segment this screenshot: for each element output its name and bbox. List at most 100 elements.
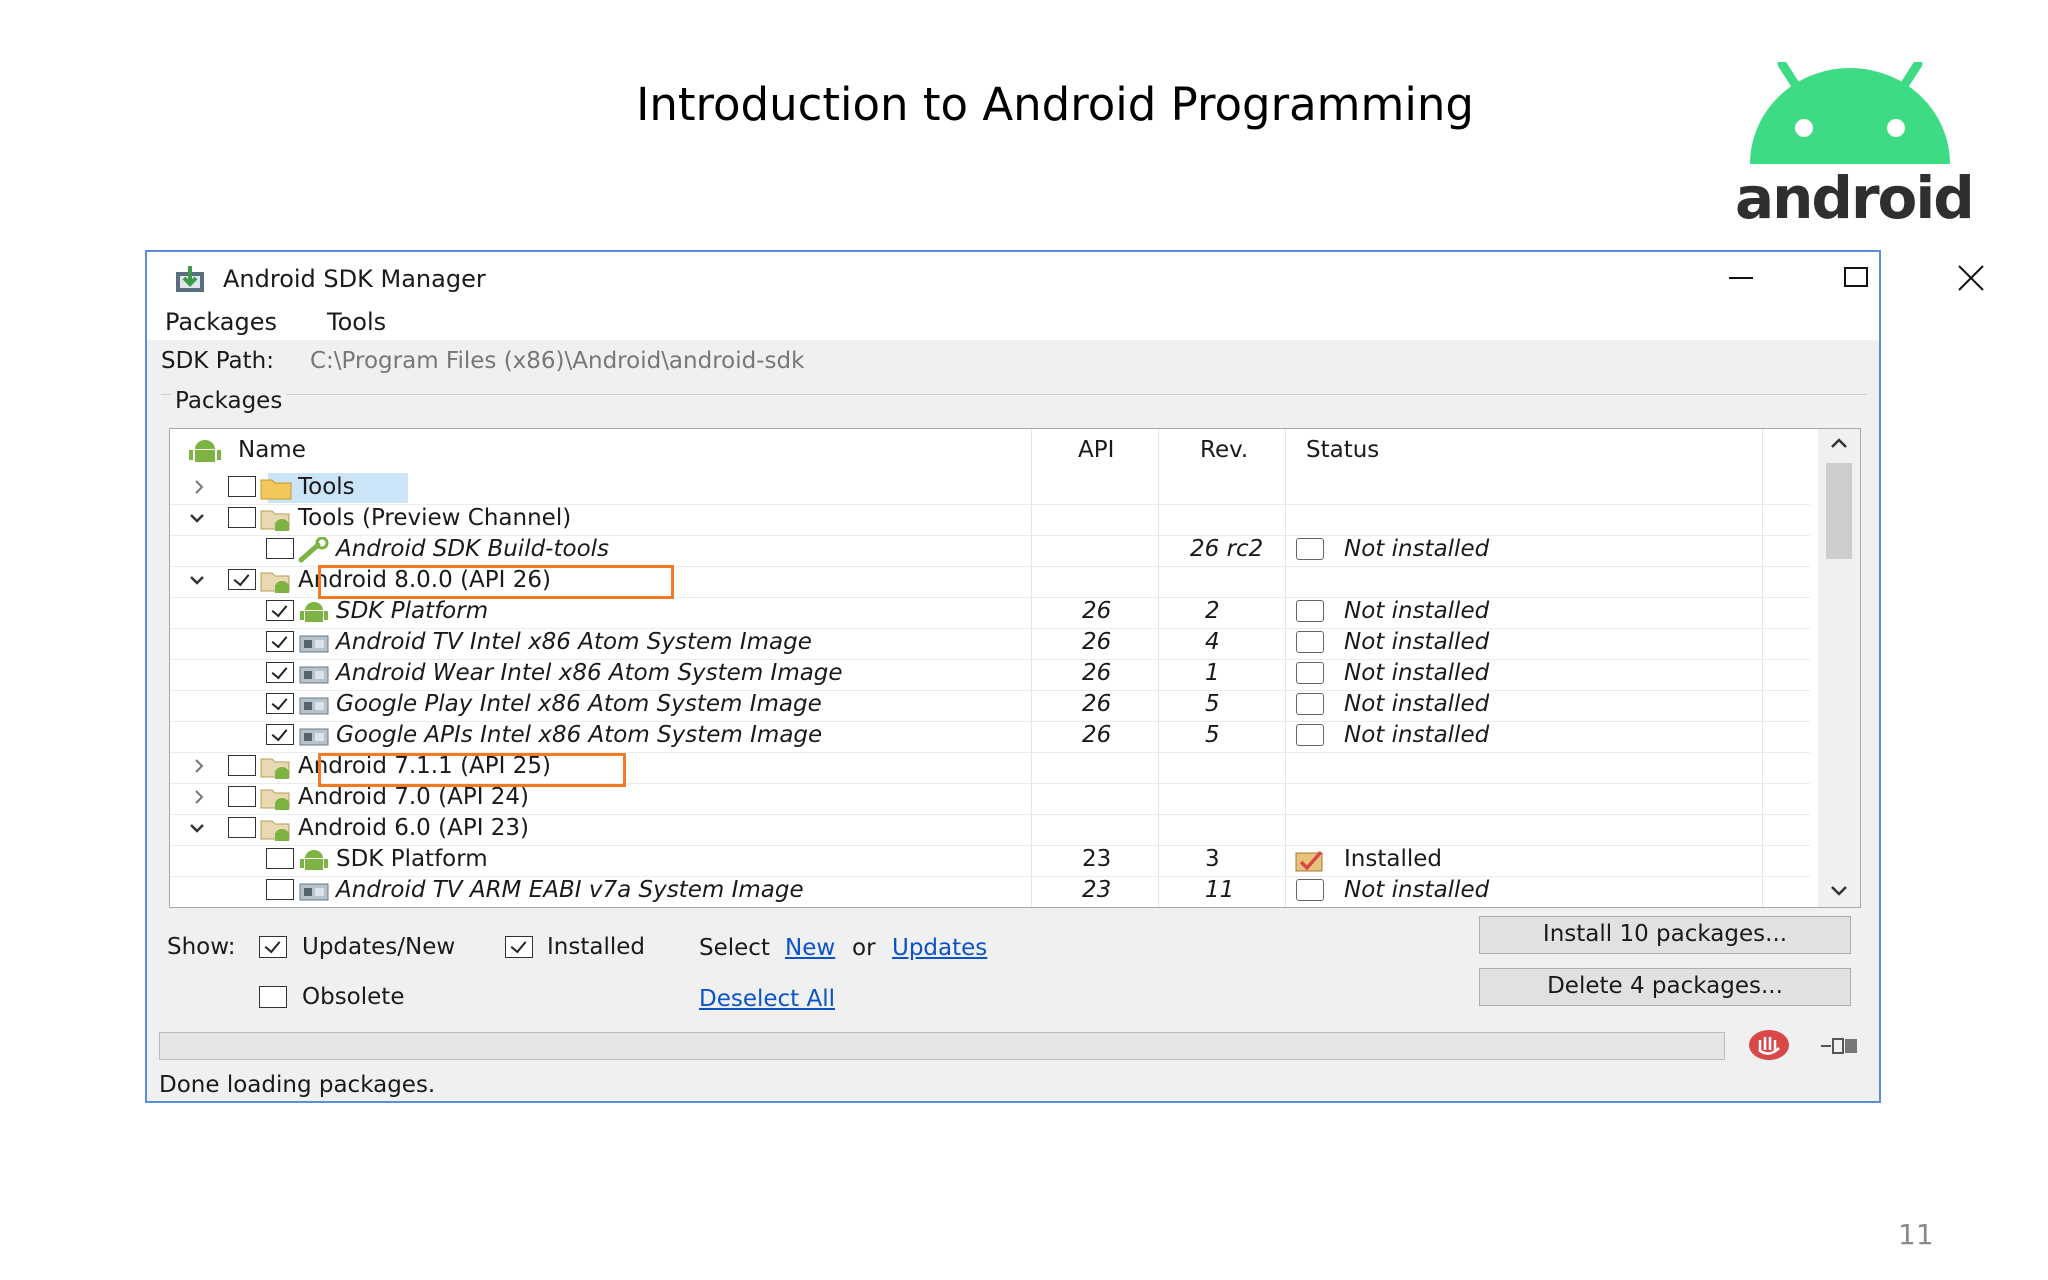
chevron-right-icon[interactable] [190,788,208,806]
chevron-down-icon[interactable] [188,819,206,837]
menu-bar: Packages Tools [147,304,1879,340]
package-checkbox[interactable] [266,693,294,714]
obsolete-label[interactable]: Obsolete [302,984,404,1010]
package-checkbox[interactable] [228,817,256,838]
scrollbar-thumb[interactable] [1826,463,1852,559]
table-row[interactable]: Android SDK Build-tools 26 rc2 Not install… [170,535,1810,567]
wrench-icon [298,536,330,563]
package-checkbox[interactable] [266,538,294,559]
package-checkbox[interactable] [228,755,256,776]
column-name-header[interactable]: Name [238,437,306,463]
package-checkbox[interactable] [266,662,294,683]
not-installed-icon [1296,724,1324,746]
package-checkbox[interactable] [266,600,294,621]
package-revision: 26 rc2 [1190,536,1264,562]
table-row[interactable]: Android TV ARM EABI v7a System Image 23 11… [170,876,1810,907]
stop-hand-icon[interactable] [1747,1028,1791,1062]
chevron-right-icon[interactable] [190,478,208,496]
folder-icon [260,475,292,501]
chevron-down-icon[interactable] [188,571,206,589]
scroll-down-icon[interactable] [1828,883,1850,899]
package-name: Android TV ARM EABI v7a System Image [336,877,804,903]
package-revision: 1 [1205,660,1220,686]
table-row[interactable]: Android TV Intel x86 Atom System Image 26… [170,628,1810,660]
not-installed-icon [1296,879,1324,901]
package-status: Not installed [1344,629,1490,655]
column-rev-header[interactable]: Rev. [1200,437,1248,463]
package-checkbox[interactable] [266,631,294,652]
package-name: Android 6.0 (API 23) [298,815,530,841]
system-image-icon [298,630,330,656]
title-bar: Android SDK Manager [147,252,1984,304]
column-status-header[interactable]: Status [1306,437,1379,463]
system-image-icon [298,723,330,749]
package-revision: 5 [1205,722,1220,748]
table-row[interactable]: SDK Platform 26 2 Not installed [170,597,1810,629]
not-installed-icon [1296,600,1324,622]
package-status: Not installed [1344,691,1490,717]
folder-android-icon [260,754,292,780]
table-row[interactable]: Google Play Intel x86 Atom System Image 2… [170,690,1810,722]
column-api-header[interactable]: API [1078,437,1114,463]
maximize-button[interactable] [1825,252,1885,304]
select-new-link[interactable]: New [785,935,835,961]
package-name: Android Wear Intel x86 Atom System Image [336,660,843,686]
updates-new-label[interactable]: Updates/New [302,934,455,960]
close-button[interactable] [1941,252,2001,304]
table-row[interactable]: Android 6.0 (API 23) [170,814,1810,846]
packages-tree[interactable]: Name API Rev. Status Tools Tools (Preview… [169,428,1861,908]
installed-label[interactable]: Installed [547,934,645,960]
scroll-up-icon[interactable] [1828,435,1850,451]
sdk-path-label: SDK Path: [161,348,274,374]
package-checkbox[interactable] [266,724,294,745]
close-icon [1958,265,1984,291]
updates-new-checkbox[interactable] [259,936,287,958]
log-window-icon[interactable] [1819,1034,1859,1058]
not-installed-icon [1296,662,1324,684]
package-checkbox[interactable] [266,848,294,869]
menu-tools[interactable]: Tools [327,308,386,336]
package-revision: 4 [1205,629,1220,655]
installed-checkbox[interactable] [505,936,533,958]
folder-android-icon [260,506,292,532]
deselect-all-link[interactable]: Deselect All [699,986,835,1012]
table-row[interactable]: Tools [170,473,1810,505]
system-image-icon [298,878,330,904]
installed-package-icon [1295,850,1323,872]
package-name: SDK Platform [336,846,488,872]
table-row[interactable]: Google APIs Intel x86 Atom System Image 2… [170,721,1810,753]
android-head-icon [1750,62,1950,164]
package-revision: 2 [1205,598,1220,624]
chevron-right-icon[interactable] [190,757,208,775]
package-checkbox[interactable] [228,476,256,497]
package-checkbox[interactable] [266,879,294,900]
package-status: Not installed [1344,722,1490,748]
package-checkbox[interactable] [228,786,256,807]
select-updates-link[interactable]: Updates [892,935,987,961]
table-header: Name API Rev. Status [170,429,1810,473]
sdk-manager-icon [176,266,204,292]
package-api: 26 [1082,691,1112,717]
table-row[interactable]: Tools (Preview Channel) [170,504,1810,536]
package-api: 26 [1082,629,1112,655]
android-logo: android [1735,22,1975,232]
minimize-button[interactable] [1711,252,1771,304]
install-packages-button[interactable]: Install 10 packages... [1479,916,1851,954]
folder-android-icon [260,816,292,842]
android-robot-icon [189,440,221,462]
vertical-scrollbar[interactable] [1818,429,1860,907]
chevron-down-icon[interactable] [188,509,206,527]
table-row[interactable]: SDK Platform 23 3 Installed [170,845,1810,877]
obsolete-checkbox[interactable] [259,986,287,1008]
package-checkbox[interactable] [228,507,256,528]
not-installed-icon [1296,693,1324,715]
package-checkbox[interactable] [228,569,256,590]
table-row[interactable]: Android 7.0 (API 24) [170,783,1810,815]
delete-packages-button[interactable]: Delete 4 packages... [1479,968,1851,1006]
folder-android-icon [260,785,292,811]
menu-packages[interactable]: Packages [165,308,277,336]
show-label: Show: [167,934,236,960]
minimize-icon [1729,277,1753,279]
package-status: Not installed [1344,877,1490,903]
table-row[interactable]: Android Wear Intel x86 Atom System Image… [170,659,1810,691]
